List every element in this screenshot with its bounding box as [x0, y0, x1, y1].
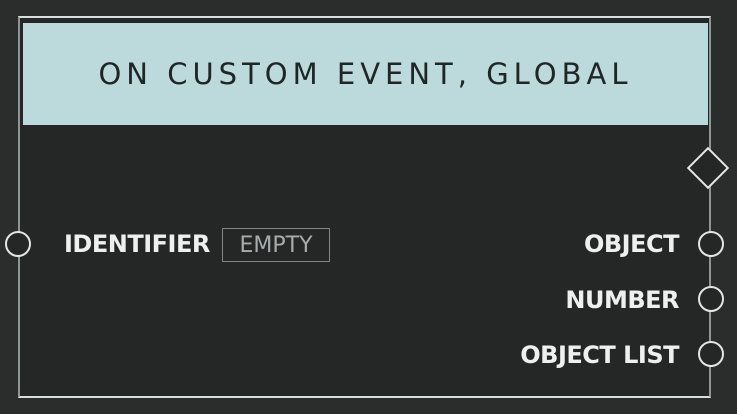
object-list-output-label: OBJECT LIST [520, 341, 679, 369]
object-list-output-pin[interactable] [698, 341, 724, 367]
identifier-value-field[interactable]: EMPTY [222, 228, 330, 262]
identifier-label: IDENTIFIER [64, 230, 210, 258]
node-header[interactable]: ON CUSTOM EVENT, GLOBAL [23, 23, 708, 125]
identifier-input-pin[interactable] [5, 231, 31, 257]
object-output-label: OBJECT [583, 230, 680, 258]
node-title: ON CUSTOM EVENT, GLOBAL [98, 57, 633, 91]
number-output-label: NUMBER [565, 286, 679, 314]
graph-canvas[interactable]: ON CUSTOM EVENT, GLOBAL IDENTIFIER EMPTY… [0, 0, 737, 414]
object-output-pin[interactable] [698, 231, 724, 257]
number-output-pin[interactable] [698, 286, 724, 312]
